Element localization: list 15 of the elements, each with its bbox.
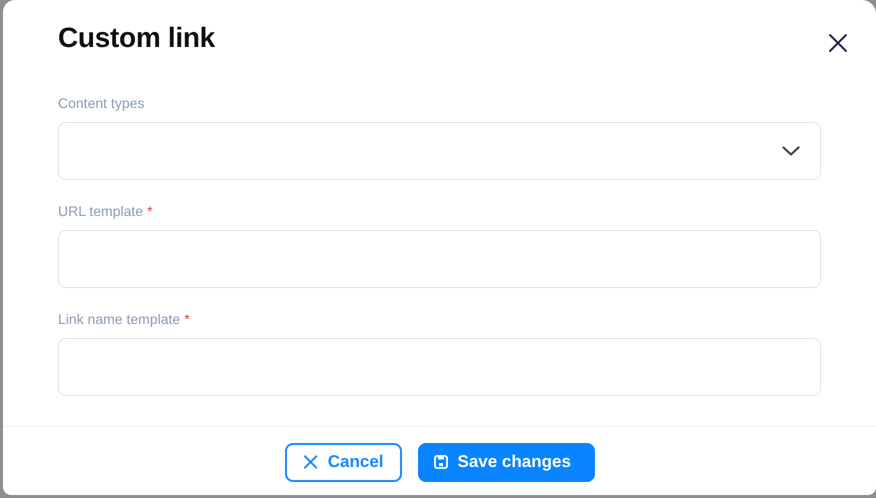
input-field[interactable] bbox=[58, 338, 821, 396]
required-mark: * bbox=[184, 311, 190, 329]
close-button[interactable] bbox=[828, 33, 848, 53]
required-mark: * bbox=[147, 203, 153, 221]
close-icon bbox=[302, 454, 318, 470]
field-label: Link name template bbox=[58, 311, 180, 329]
select-field[interactable] bbox=[58, 122, 821, 180]
field-label: URL template bbox=[58, 203, 144, 221]
field-label: Content types bbox=[58, 95, 144, 113]
input-field[interactable] bbox=[58, 230, 821, 288]
chevron-down-icon bbox=[782, 146, 800, 156]
cancel-button[interactable]: Cancel bbox=[284, 442, 402, 482]
dialog-title: Custom link bbox=[58, 22, 215, 54]
close-icon bbox=[828, 33, 848, 53]
save-button[interactable]: Save changes bbox=[418, 442, 594, 482]
